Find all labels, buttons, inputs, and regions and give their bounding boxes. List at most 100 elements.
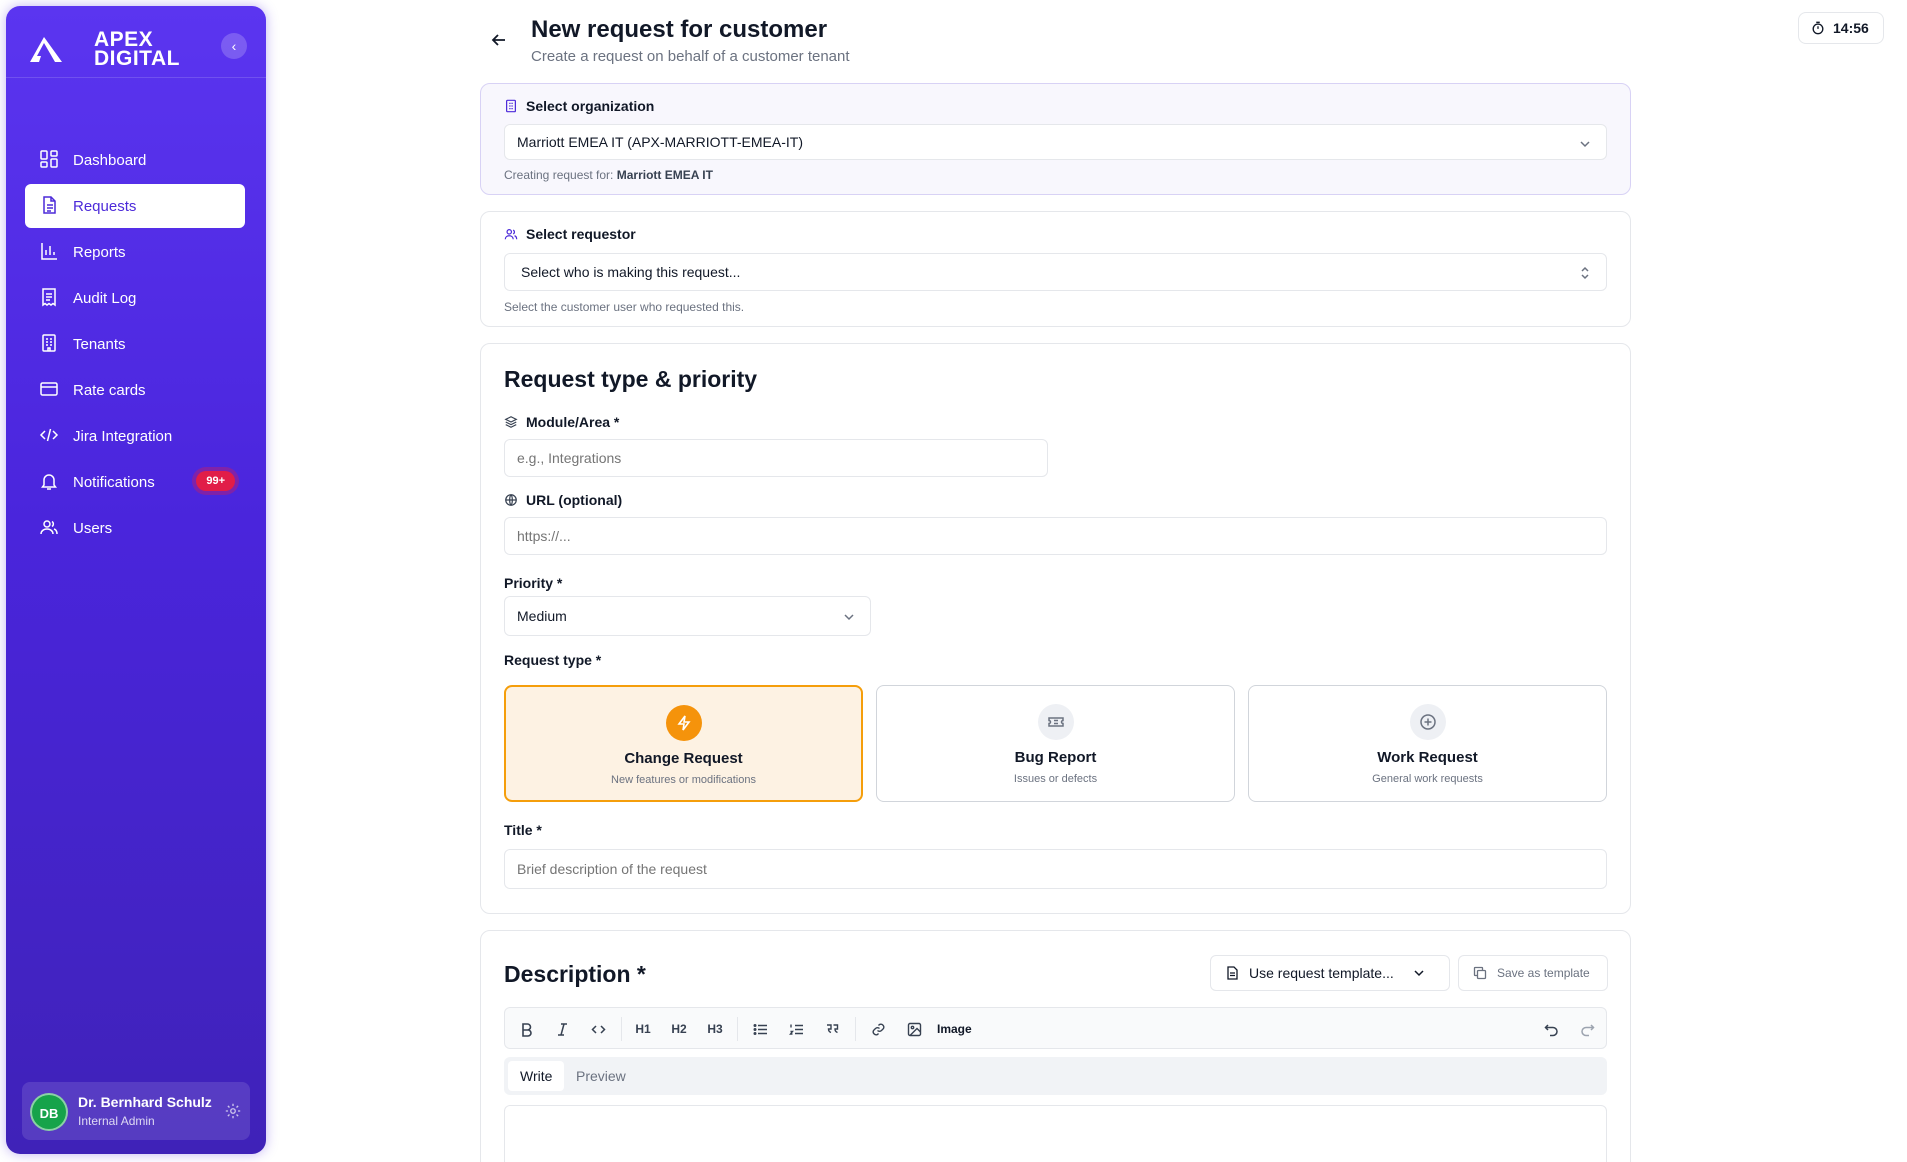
user-profile-card[interactable]: DB Dr. Bernhard Schulz Internal Admin: [22, 1082, 250, 1140]
heading2-button[interactable]: H2: [668, 1018, 690, 1040]
chevron-up-down-icon: [1581, 266, 1589, 280]
sidebar-nav: Dashboard Requests Reports Audit Log Ten…: [25, 138, 245, 552]
toolbar-divider: [621, 1017, 622, 1041]
document-icon: [1227, 966, 1238, 980]
building-icon: [506, 99, 516, 113]
request-type-desc: Issues or defects: [1013, 773, 1098, 785]
sidebar-item-users[interactable]: Users: [25, 506, 245, 550]
bold-icon[interactable]: [515, 1018, 537, 1040]
sidebar-item-label: Requests: [73, 197, 137, 215]
bolt-icon: [665, 705, 702, 741]
sidebar-item-requests[interactable]: Requests: [25, 184, 245, 228]
dashboard-icon: [39, 149, 61, 171]
organization-hint: Creating request for: Marriott EMEA IT: [504, 168, 713, 182]
organization-value: Marriott EMEA IT (APX-MARRIOTT-EMEA-IT): [517, 134, 803, 150]
brand-logo-text: APEX DIGITAL: [94, 28, 180, 70]
tab-write[interactable]: Write: [508, 1061, 565, 1091]
credit-card-icon: [39, 379, 61, 401]
module-input[interactable]: [504, 439, 1048, 477]
heading1-button[interactable]: H1: [632, 1018, 654, 1040]
quote-icon[interactable]: [821, 1018, 843, 1040]
use-template-button[interactable]: Use request template...: [1210, 955, 1450, 991]
users-icon: [504, 229, 518, 240]
sidebar-item-rate-cards[interactable]: Rate cards: [25, 368, 245, 412]
user-name: Dr. Bernhard Schulz: [78, 1094, 212, 1110]
tab-preview[interactable]: Preview: [564, 1061, 638, 1091]
sidebar-item-label: Audit Log: [73, 289, 137, 307]
avatar: DB: [30, 1093, 68, 1131]
gear-icon[interactable]: [224, 1102, 242, 1120]
back-arrow-icon[interactable]: [489, 30, 509, 50]
sidebar-item-notifications[interactable]: Notifications 99+: [25, 460, 245, 504]
title-input[interactable]: [504, 849, 1607, 889]
redo-icon[interactable]: [1576, 1018, 1598, 1040]
plus-circle-icon: [1409, 704, 1446, 740]
request-type-name: Work Request: [1377, 749, 1478, 766]
code-icon[interactable]: [587, 1018, 609, 1040]
page-subtitle: Create a request on behalf of a customer…: [531, 48, 850, 65]
undo-icon[interactable]: [1540, 1018, 1562, 1040]
sidebar-item-tenants[interactable]: Tenants: [25, 322, 245, 366]
sidebar-item-audit-log[interactable]: Audit Log: [25, 276, 245, 320]
priority-label: Priority *: [504, 575, 563, 591]
request-type-name: Bug Report: [1014, 749, 1097, 766]
document-icon: [39, 195, 61, 217]
image-icon[interactable]: [903, 1018, 925, 1040]
toolbar-divider: [855, 1017, 856, 1041]
heading3-button[interactable]: H3: [704, 1018, 726, 1040]
bell-icon: [39, 471, 61, 493]
bar-chart-icon: [39, 241, 61, 263]
sidebar-item-reports[interactable]: Reports: [25, 230, 245, 274]
description-title: Description *: [504, 961, 646, 987]
request-type-work-request[interactable]: Work Request General work requests: [1248, 685, 1607, 802]
timer-display[interactable]: 14:56: [1798, 12, 1884, 44]
chevron-left-icon: ‹: [231, 38, 237, 54]
requestor-label: Select requestor: [504, 226, 636, 242]
description-card: Description * Use request template... Sa…: [480, 930, 1631, 1162]
chevron-down-icon: [844, 614, 854, 621]
sidebar-item-label: Dashboard: [73, 151, 147, 169]
request-type-bug-report[interactable]: Bug Report Issues or defects: [876, 685, 1235, 802]
notification-count-badge: 99+: [196, 471, 235, 491]
requestor-card: Select requestor Select who is making th…: [480, 211, 1631, 327]
request-type-desc: New features or modifications: [611, 774, 756, 786]
organization-card: Select organization Marriott EMEA IT (AP…: [480, 83, 1631, 195]
stopwatch-icon: [1812, 21, 1824, 35]
sidebar-item-label: Reports: [73, 243, 126, 261]
sidebar-item-label: Notifications: [73, 473, 155, 491]
organization-select[interactable]: Marriott EMEA IT (APX-MARRIOTT-EMEA-IT): [504, 124, 1607, 160]
editor-tabs: Write Preview: [504, 1057, 1607, 1095]
users-icon: [39, 517, 61, 539]
requestor-hint: Select the customer user who requested t…: [504, 300, 745, 314]
sidebar-collapse-button[interactable]: ‹: [221, 33, 247, 59]
sidebar-item-dashboard[interactable]: Dashboard: [25, 138, 245, 182]
chevron-down-icon: [1580, 141, 1590, 148]
bullet-list-icon[interactable]: [749, 1018, 771, 1040]
section-title: Request type & priority: [504, 366, 758, 392]
title-label: Title *: [504, 822, 542, 838]
image-button-label[interactable]: Image: [937, 1018, 972, 1040]
organization-hint-value: Marriott EMEA IT: [616, 168, 713, 182]
url-input[interactable]: [504, 517, 1607, 555]
numbered-list-icon[interactable]: [785, 1018, 807, 1040]
description-editor[interactable]: [504, 1105, 1607, 1162]
sidebar-item-label: Tenants: [73, 335, 126, 353]
organization-label: Select organization: [504, 98, 654, 114]
toolbar-divider: [737, 1017, 738, 1041]
sidebar-item-jira-integration[interactable]: Jira Integration: [25, 414, 245, 458]
receipt-icon: [39, 287, 61, 309]
sidebar: APEX DIGITAL ‹ Dashboard Requests Report…: [6, 6, 266, 1154]
user-role: Internal Admin: [78, 1114, 155, 1128]
code-icon: [39, 425, 61, 447]
requestor-select[interactable]: Select who is making this request...: [504, 253, 1607, 291]
request-type-change-request[interactable]: Change Request New features or modificat…: [504, 685, 863, 802]
timer-value: 14:56: [1833, 20, 1869, 36]
request-type-desc: General work requests: [1372, 773, 1483, 785]
link-icon[interactable]: [867, 1018, 889, 1040]
apex-logo-icon: [30, 37, 62, 62]
italic-icon[interactable]: [551, 1018, 573, 1040]
request-type-label: Request type *: [504, 652, 602, 668]
save-as-template-button[interactable]: Save as template: [1458, 955, 1608, 991]
priority-select[interactable]: Medium: [504, 596, 871, 636]
requestor-placeholder: Select who is making this request...: [521, 264, 741, 280]
